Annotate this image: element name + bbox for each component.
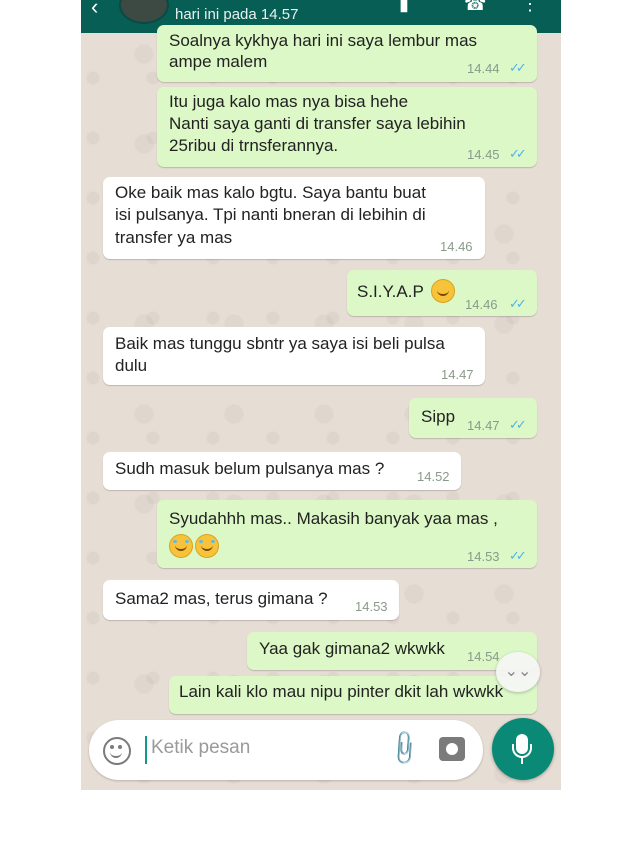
phone-call-icon[interactable]: ☎: [464, 0, 486, 15]
message-time: 14.46: [465, 297, 498, 312]
back-arrow-icon[interactable]: ‹: [91, 0, 98, 20]
message-outgoing[interactable]: Yaa gak gimana2 wkwkk 14.54: [247, 632, 537, 670]
message-outgoing[interactable]: Syudahhh mas.. Makasih banyak yaa mas , …: [157, 500, 537, 568]
message-outgoing[interactable]: Itu juga kalo mas nya bisa hehe Nanti sa…: [157, 87, 537, 167]
message-outgoing[interactable]: S.I.Y.A.P 14.46 ✓✓: [347, 270, 537, 316]
smiley-icon[interactable]: [103, 737, 131, 765]
message-line: S.I.Y.A.P: [357, 282, 424, 301]
message-time: 14.53: [355, 599, 388, 614]
message-outgoing[interactable]: Sipp 14.47 ✓✓: [409, 398, 537, 438]
message-line: Lain kali klo mau nipu pinter dkit lah w…: [179, 682, 504, 701]
smiling-face-emoji: [431, 279, 455, 303]
message-line: Soalnya kykhya hari ini saya lembur mas: [169, 31, 478, 50]
message-time: 14.47: [441, 367, 474, 382]
message-line: Itu juga kalo mas nya bisa hehe: [169, 92, 409, 111]
message-line: Syudahhh mas.. Makasih banyak yaa mas ,: [169, 509, 498, 528]
message-line: isi pulsanya. Tpi nanti bneran di lebihi…: [115, 205, 426, 224]
laughing-face-emoji: [169, 534, 193, 558]
message-time: 14.45: [467, 147, 500, 162]
read-ticks-icon: ✓✓: [509, 146, 527, 161]
message-input-placeholder[interactable]: Ketik pesan: [151, 737, 250, 759]
message-line: transfer ya mas: [115, 228, 233, 247]
message-line: 25ribu di trnsferannya.: [169, 136, 339, 155]
read-ticks-icon: ✓✓: [509, 548, 527, 563]
message-incoming[interactable]: Oke baik mas kalo bgtu. Saya bantu buat …: [103, 177, 485, 259]
message-incoming[interactable]: Baik mas tunggu sbntr ya saya isi beli p…: [103, 327, 485, 385]
message-incoming[interactable]: Sama2 mas, terus gimana ? 14.53: [103, 580, 399, 620]
message-line: Sipp: [421, 407, 456, 426]
scroll-down-icon[interactable]: ⌄⌄: [496, 652, 540, 692]
chat-screen: ‹ hari ini pada 14.57 ▮ ☎ ⋮ Soalnya kykh…: [81, 0, 561, 790]
mic-icon: [512, 734, 532, 758]
laughing-face-emoji: [195, 534, 219, 558]
message-time: 14.47: [467, 418, 500, 433]
mic-stand: [521, 757, 523, 764]
read-ticks-icon: ✓✓: [509, 417, 527, 432]
message-line: Nanti saya ganti di transfer saya lebihi…: [169, 114, 466, 133]
camera-icon[interactable]: [439, 737, 465, 761]
video-call-icon[interactable]: ▮: [399, 0, 409, 15]
message-line: Yaa gak gimana2 wkwkk: [259, 639, 445, 658]
message-line: Sudh masuk belum pulsanya mas ?: [115, 459, 385, 478]
message-outgoing[interactable]: Lain kali klo mau nipu pinter dkit lah w…: [169, 676, 537, 714]
mic-button[interactable]: [492, 718, 554, 780]
message-time: 14.54: [467, 649, 500, 664]
read-ticks-icon: ✓✓: [509, 60, 527, 75]
contact-avatar[interactable]: [119, 0, 169, 24]
message-line: Sama2 mas, terus gimana ?: [115, 589, 328, 608]
message-line: ampe malem: [169, 52, 268, 71]
message-outgoing[interactable]: Soalnya kykhya hari ini saya lembur mas …: [157, 25, 537, 82]
message-incoming[interactable]: Sudh masuk belum pulsanya mas ? 14.52: [103, 452, 461, 490]
message-time: 14.52: [417, 469, 450, 484]
message-time: 14.53: [467, 549, 500, 564]
message-composer[interactable]: Ketik pesan 📎: [89, 720, 483, 780]
last-seen-status: hari ini pada 14.57: [175, 6, 299, 23]
text-cursor: [145, 736, 147, 764]
message-time: 14.46: [440, 239, 473, 254]
message-line: Oke baik mas kalo bgtu. Saya bantu buat: [115, 183, 426, 202]
read-ticks-icon: ✓✓: [509, 296, 527, 311]
attach-icon[interactable]: 📎: [383, 728, 425, 770]
message-time: 14.44: [467, 61, 500, 76]
menu-icon[interactable]: ⋮: [521, 0, 539, 15]
message-line: dulu: [115, 356, 148, 375]
message-line: Baik mas tunggu sbntr ya saya isi beli p…: [115, 334, 445, 353]
